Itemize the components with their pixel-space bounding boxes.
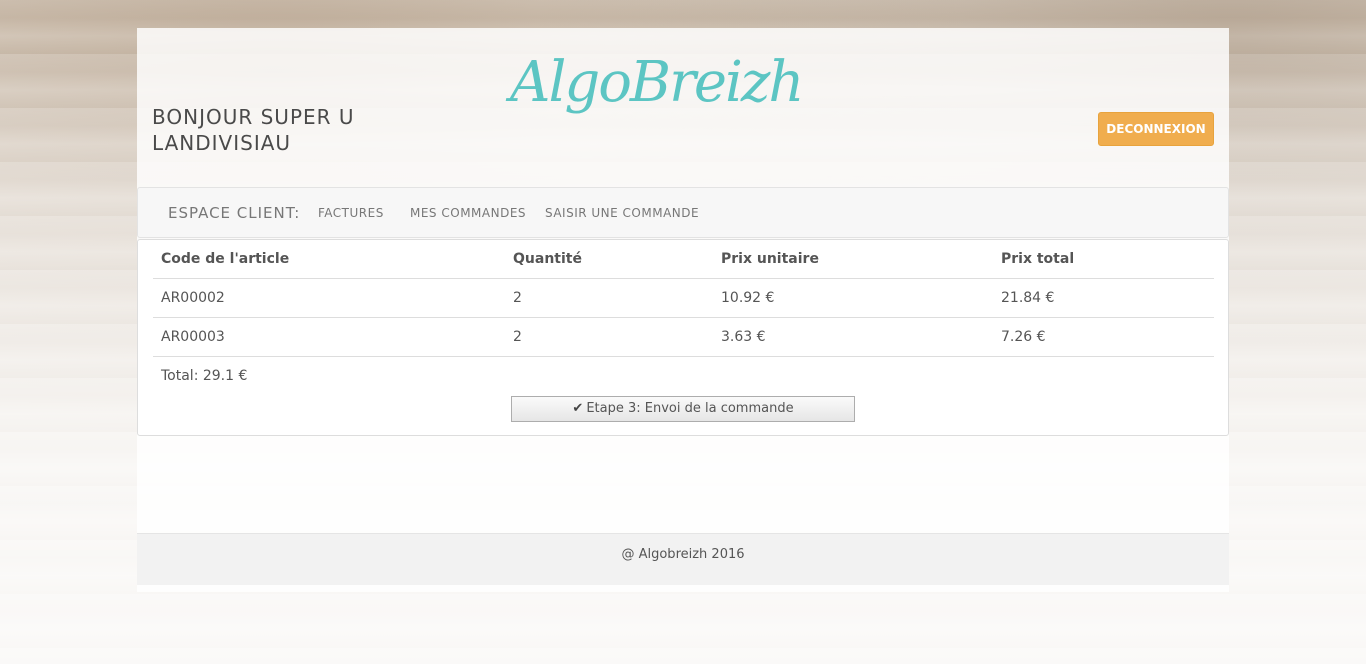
cell-article-code: AR00002 (153, 278, 505, 318)
column-header-code: Code de l'article (153, 240, 505, 279)
column-header-total-price: Prix total (993, 240, 1214, 279)
check-icon: ✔ (572, 401, 584, 416)
algobreizh-logo: AlgoBreizh (510, 50, 804, 115)
column-header-unit-price: Prix unitaire (713, 240, 993, 279)
order-table: Code de l'article Quantité Prix unitaire… (153, 240, 1214, 357)
order-total: Total: 29.1 € (161, 368, 248, 384)
cell-total-price: 7.26 € (993, 317, 1214, 357)
cell-quantity: 2 (505, 278, 713, 318)
table-row: AR00003 2 3.63 € 7.26 € (153, 317, 1214, 357)
nav-brand: ESPACE CLIENT: (168, 204, 301, 222)
cell-article-code: AR00003 (153, 317, 505, 357)
client-navbar: ESPACE CLIENT: FACTURES MES COMMANDES SA… (137, 187, 1229, 238)
greeting-text: BONJOUR SUPER U LANDIVISIAU (152, 105, 355, 155)
nav-link-saisir-commande[interactable]: SAISIR UNE COMMANDE (545, 206, 699, 220)
table-header-row: Code de l'article Quantité Prix unitaire… (153, 240, 1214, 279)
cell-unit-price: 10.92 € (713, 278, 993, 318)
nav-link-factures[interactable]: FACTURES (318, 206, 384, 220)
page-container: BONJOUR SUPER U LANDIVISIAU AlgoBreizh D… (137, 28, 1229, 592)
cell-unit-price: 3.63 € (713, 317, 993, 357)
order-panel: Code de l'article Quantité Prix unitaire… (137, 239, 1229, 436)
footer: @ Algobreizh 2016 (137, 533, 1229, 585)
column-header-quantity: Quantité (505, 240, 713, 279)
cell-quantity: 2 (505, 317, 713, 357)
cell-total-price: 21.84 € (993, 278, 1214, 318)
footer-text: @ Algobreizh 2016 (621, 547, 745, 562)
table-row: AR00002 2 10.92 € 21.84 € (153, 278, 1214, 318)
send-order-button-label: Etape 3: Envoi de la commande (586, 401, 794, 416)
logout-button[interactable]: DECONNEXION (1098, 112, 1214, 146)
nav-link-mes-commandes[interactable]: MES COMMANDES (410, 206, 526, 220)
send-order-button[interactable]: ✔ Etape 3: Envoi de la commande (511, 396, 855, 422)
